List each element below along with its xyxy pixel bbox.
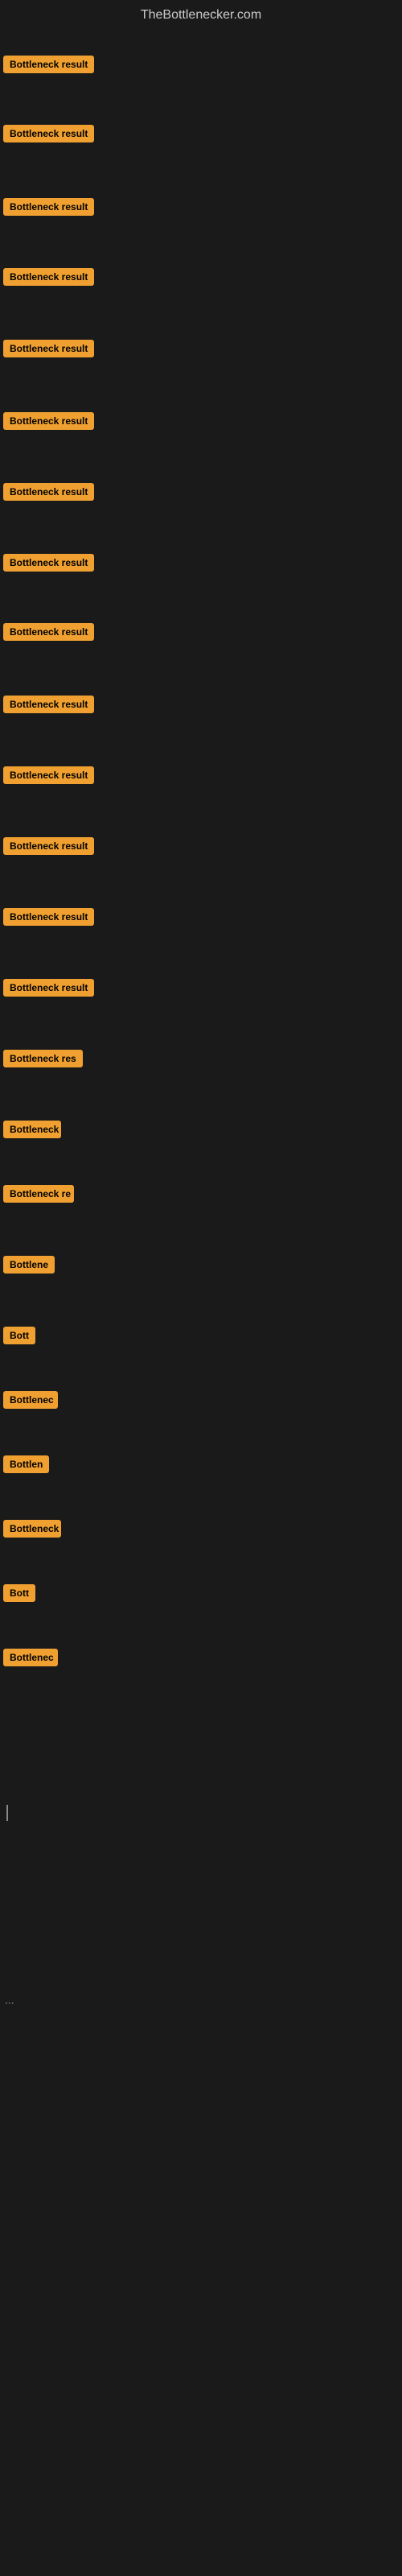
bottleneck-item-18[interactable]: Bottlene: [3, 1256, 55, 1278]
bottleneck-item-8[interactable]: Bottleneck result: [3, 554, 94, 576]
cursor-line: [6, 1805, 8, 1821]
bottleneck-item-2[interactable]: Bottleneck result: [3, 125, 94, 147]
bottleneck-badge-8[interactable]: Bottleneck result: [3, 554, 94, 572]
bottleneck-item-4[interactable]: Bottleneck result: [3, 268, 94, 290]
dots-indicator: ...: [0, 1990, 402, 2009]
bottleneck-item-24[interactable]: Bottlenec: [3, 1649, 58, 1670]
bottleneck-item-14[interactable]: Bottleneck result: [3, 979, 94, 1001]
bottleneck-badge-22[interactable]: Bottleneck: [3, 1520, 61, 1538]
bottleneck-item-22[interactable]: Bottleneck: [3, 1520, 61, 1542]
bottleneck-badge-5[interactable]: Bottleneck result: [3, 340, 94, 357]
bottleneck-badge-2[interactable]: Bottleneck result: [3, 125, 94, 142]
bottleneck-badge-3[interactable]: Bottleneck result: [3, 198, 94, 216]
bottleneck-badge-11[interactable]: Bottleneck result: [3, 766, 94, 784]
bottleneck-item-3[interactable]: Bottleneck result: [3, 198, 94, 220]
bottleneck-badge-17[interactable]: Bottleneck re: [3, 1185, 74, 1203]
bottleneck-item-19[interactable]: Bott: [3, 1327, 35, 1348]
page-wrapper: TheBottlenecker.com Bottleneck resultBot…: [0, 0, 402, 2576]
bottleneck-item-5[interactable]: Bottleneck result: [3, 340, 94, 361]
bottleneck-item-15[interactable]: Bottleneck res: [3, 1050, 83, 1071]
site-title: TheBottlenecker.com: [0, 0, 402, 26]
bottleneck-item-21[interactable]: Bottlen: [3, 1455, 49, 1477]
items-container: Bottleneck result Bottleneck result Bottle…: [0, 26, 402, 1797]
bottleneck-item-9[interactable]: Bottleneck result: [3, 623, 94, 645]
bottleneck-badge-10[interactable]: Bottleneck result: [3, 696, 94, 713]
bottleneck-badge-9[interactable]: Bottleneck result: [3, 623, 94, 641]
bottleneck-badge-7[interactable]: Bottleneck result: [3, 483, 94, 501]
bottleneck-item-12[interactable]: Bottleneck result: [3, 837, 94, 859]
bottleneck-item-13[interactable]: Bottleneck result: [3, 908, 94, 930]
bottleneck-badge-15[interactable]: Bottleneck res: [3, 1050, 83, 1067]
bottleneck-badge-6[interactable]: Bottleneck result: [3, 412, 94, 430]
bottleneck-badge-24[interactable]: Bottlenec: [3, 1649, 58, 1666]
bottleneck-item-7[interactable]: Bottleneck result: [3, 483, 94, 505]
bottleneck-item-17[interactable]: Bottleneck re: [3, 1185, 74, 1207]
bottleneck-badge-23[interactable]: Bott: [3, 1584, 35, 1602]
bottleneck-badge-20[interactable]: Bottlenec: [3, 1391, 58, 1409]
bottleneck-badge-4[interactable]: Bottleneck result: [3, 268, 94, 286]
bottleneck-item-20[interactable]: Bottlenec: [3, 1391, 58, 1413]
bottleneck-item-1[interactable]: Bottleneck result: [3, 56, 94, 77]
bottleneck-badge-12[interactable]: Bottleneck result: [3, 837, 94, 855]
bottleneck-badge-16[interactable]: Bottleneck: [3, 1121, 61, 1138]
bottleneck-badge-13[interactable]: Bottleneck result: [3, 908, 94, 926]
bottleneck-badge-21[interactable]: Bottlen: [3, 1455, 49, 1473]
bottleneck-item-11[interactable]: Bottleneck result: [3, 766, 94, 788]
empty-space-2: [0, 2009, 402, 2492]
bottleneck-item-10[interactable]: Bottleneck result: [3, 696, 94, 717]
bottleneck-badge-18[interactable]: Bottlene: [3, 1256, 55, 1274]
bottleneck-item-16[interactable]: Bottleneck: [3, 1121, 61, 1142]
cursor-area: [0, 1797, 402, 1829]
empty-space-1: [0, 1829, 402, 1990]
bottleneck-item-6[interactable]: Bottleneck result: [3, 412, 94, 434]
bottleneck-badge-1[interactable]: Bottleneck result: [3, 56, 94, 73]
bottleneck-badge-14[interactable]: Bottleneck result: [3, 979, 94, 997]
bottleneck-badge-19[interactable]: Bott: [3, 1327, 35, 1344]
bottleneck-item-23[interactable]: Bott: [3, 1584, 35, 1606]
